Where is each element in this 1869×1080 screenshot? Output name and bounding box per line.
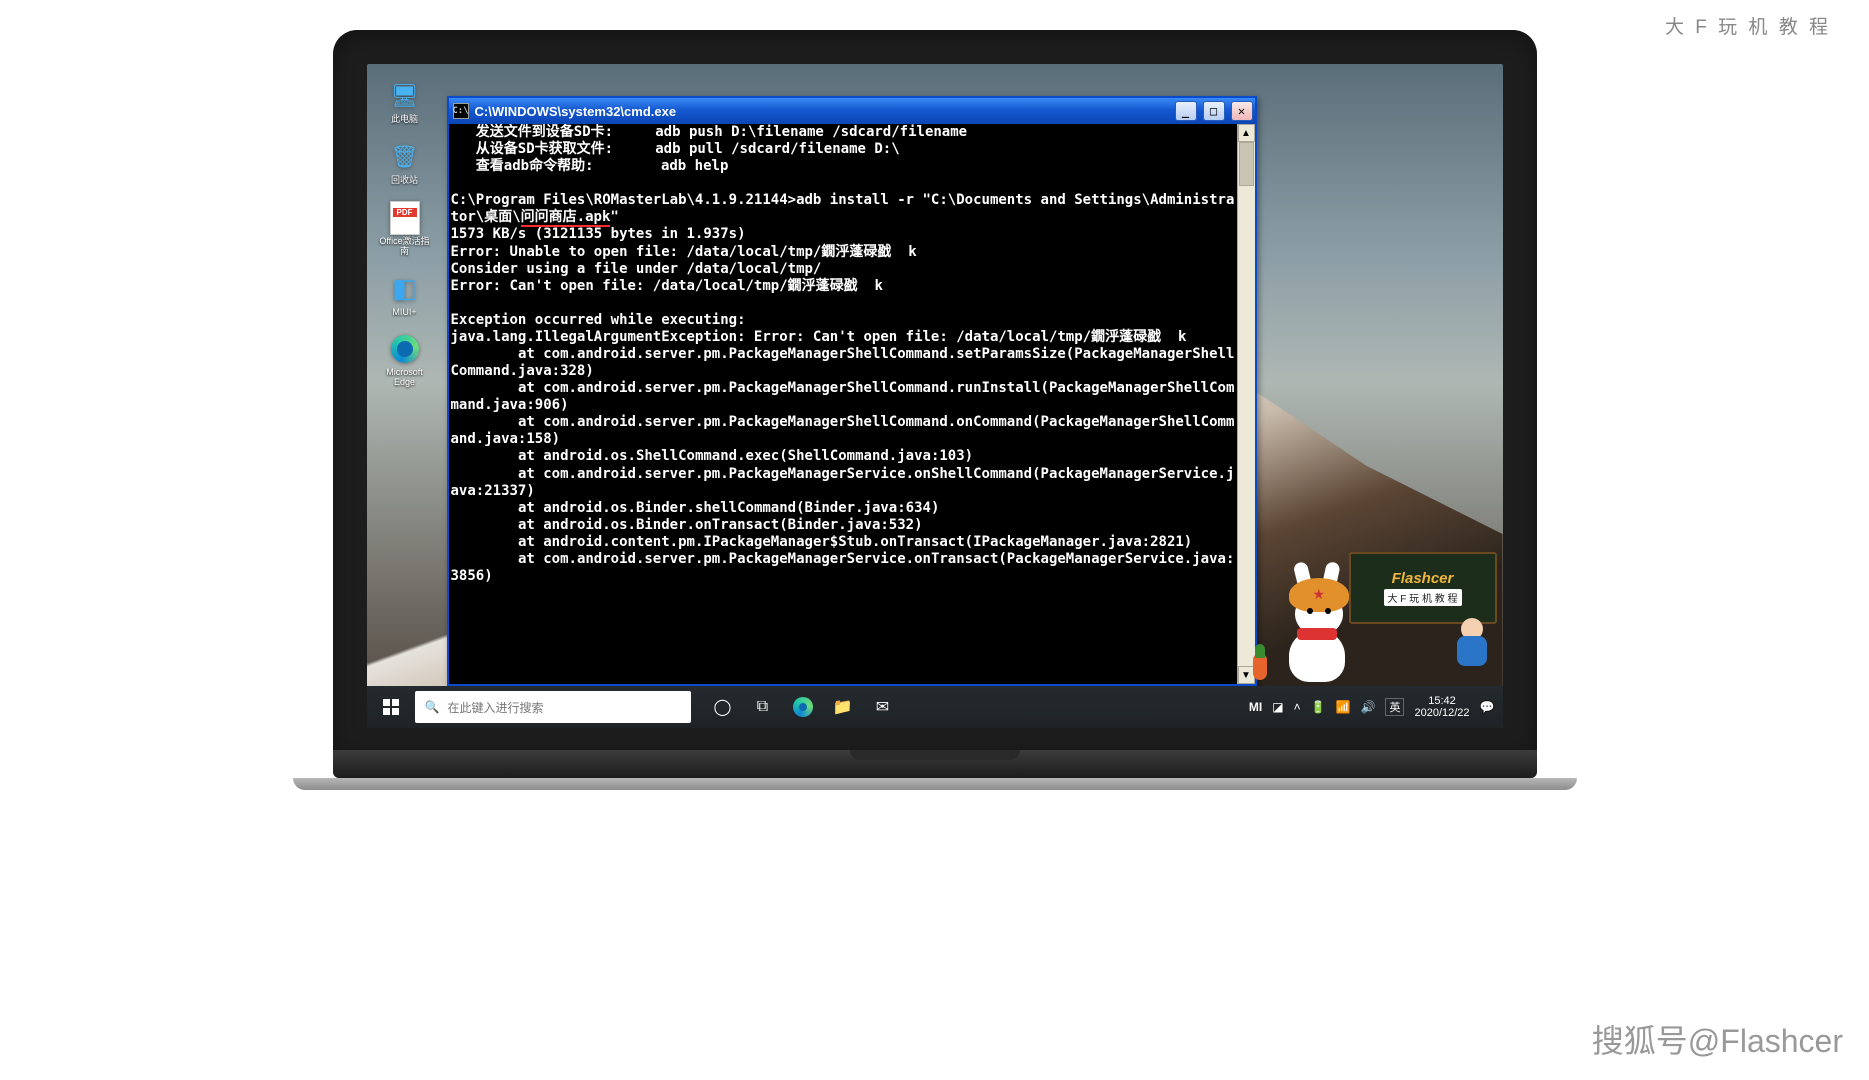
tray-app-icon[interactable]: ◪: [1272, 700, 1283, 714]
close-button[interactable]: ✕: [1231, 101, 1253, 121]
cmd-window[interactable]: C:\ C:\WINDOWS\system32\cmd.exe _ □ ✕ 发送…: [447, 96, 1257, 686]
search-placeholder: 在此键入进行搜索: [447, 699, 543, 716]
search-icon: 🔍: [425, 700, 440, 714]
clock-time: 15:42: [1428, 695, 1456, 707]
tray-chevron-up-icon[interactable]: ˄: [1294, 700, 1301, 714]
clock-date: 2020/12/22: [1414, 707, 1469, 719]
start-button[interactable]: [367, 686, 415, 728]
desktop-icon-edge[interactable]: Microsoft Edge: [377, 333, 433, 388]
laptop-base: [333, 750, 1537, 778]
tray-wifi-icon[interactable]: 📶: [1336, 700, 1351, 714]
desktop-icon-this-pc[interactable]: 🖥 此电脑: [377, 80, 433, 125]
tray-language[interactable]: 英: [1385, 698, 1404, 716]
cmd-titlebar-icon: C:\: [453, 103, 469, 119]
cmd-output: 发送文件到设备SD卡: adb push D:\filename /sdcard…: [451, 124, 1235, 684]
tray-clock[interactable]: 15:42 2020/12/22: [1414, 695, 1469, 719]
page-watermark-bottom: 搜狐号@Flashcer: [1592, 1016, 1843, 1062]
system-tray: MI ◪ ˄ 🔋 📶 🔊 英 15:42 2020/12/22 💬: [1249, 695, 1503, 719]
desktop-icon-office-pdf[interactable]: Office激活指南: [377, 202, 433, 257]
task-view-button[interactable]: ⧉: [743, 686, 783, 728]
page-watermark-top: 大 F 玩 机 教 程: [1665, 12, 1831, 39]
icon-label: 回收站: [391, 176, 418, 186]
recycle-bin-icon: 🗑: [389, 141, 421, 173]
cmd-titlebar[interactable]: C:\ C:\WINDOWS\system32\cmd.exe _ □ ✕: [449, 98, 1255, 124]
scroll-down-button[interactable]: ▼: [1238, 666, 1255, 684]
desktop-icon-miui-plus[interactable]: ◧ MIUI+: [377, 273, 433, 318]
tray-battery-icon[interactable]: 🔋: [1311, 700, 1326, 714]
desktop-screen: 🖥 此电脑 🗑 回收站 Office激活指南 ◧ MIUI+ Mic: [367, 64, 1503, 728]
desktop-icons: 🖥 此电脑 🗑 回收站 Office激活指南 ◧ MIUI+ Mic: [377, 80, 433, 388]
tray-mi-icon[interactable]: MI: [1249, 700, 1262, 714]
miui-plus-icon: ◧: [389, 273, 421, 305]
icon-label: Office激活指南: [378, 237, 432, 257]
cortana-button[interactable]: ◯: [703, 686, 743, 728]
windows-logo-icon: [383, 699, 399, 715]
taskbar: 🔍 在此键入进行搜索 ◯ ⧉ 📁 ✉ MI ◪ ˄ 🔋 📶 🔊 英: [367, 686, 1503, 728]
desktop-icon-recycle-bin[interactable]: 🗑 回收站: [377, 141, 433, 186]
tray-volume-icon[interactable]: 🔊: [1361, 700, 1376, 714]
icon-label: 此电脑: [391, 115, 418, 125]
minimize-button[interactable]: _: [1175, 101, 1197, 121]
cmd-title: C:\WINDOWS\system32\cmd.exe: [475, 104, 1169, 119]
cmd-scrollbar[interactable]: ▲ ▼: [1237, 124, 1255, 684]
taskbar-search[interactable]: 🔍 在此键入进行搜索: [415, 691, 691, 723]
icon-label: Microsoft Edge: [378, 368, 432, 388]
this-pc-icon: 🖥: [389, 80, 421, 112]
scroll-track[interactable]: [1238, 142, 1255, 666]
taskbar-explorer[interactable]: 📁: [823, 686, 863, 728]
maximize-button[interactable]: □: [1203, 101, 1225, 121]
taskbar-mail[interactable]: ✉: [863, 686, 903, 728]
edge-icon: [389, 333, 421, 365]
scroll-up-button[interactable]: ▲: [1238, 124, 1255, 142]
tray-notifications-icon[interactable]: 💬: [1480, 700, 1495, 714]
icon-label: MIUI+: [392, 308, 416, 318]
taskbar-edge[interactable]: [783, 686, 823, 728]
pdf-icon: [389, 202, 421, 234]
laptop-mock: 🖥 此电脑 🗑 回收站 Office激活指南 ◧ MIUI+ Mic: [333, 30, 1537, 778]
cmd-body[interactable]: 发送文件到设备SD卡: adb push D:\filename /sdcard…: [449, 124, 1255, 684]
scroll-thumb[interactable]: [1239, 142, 1254, 186]
